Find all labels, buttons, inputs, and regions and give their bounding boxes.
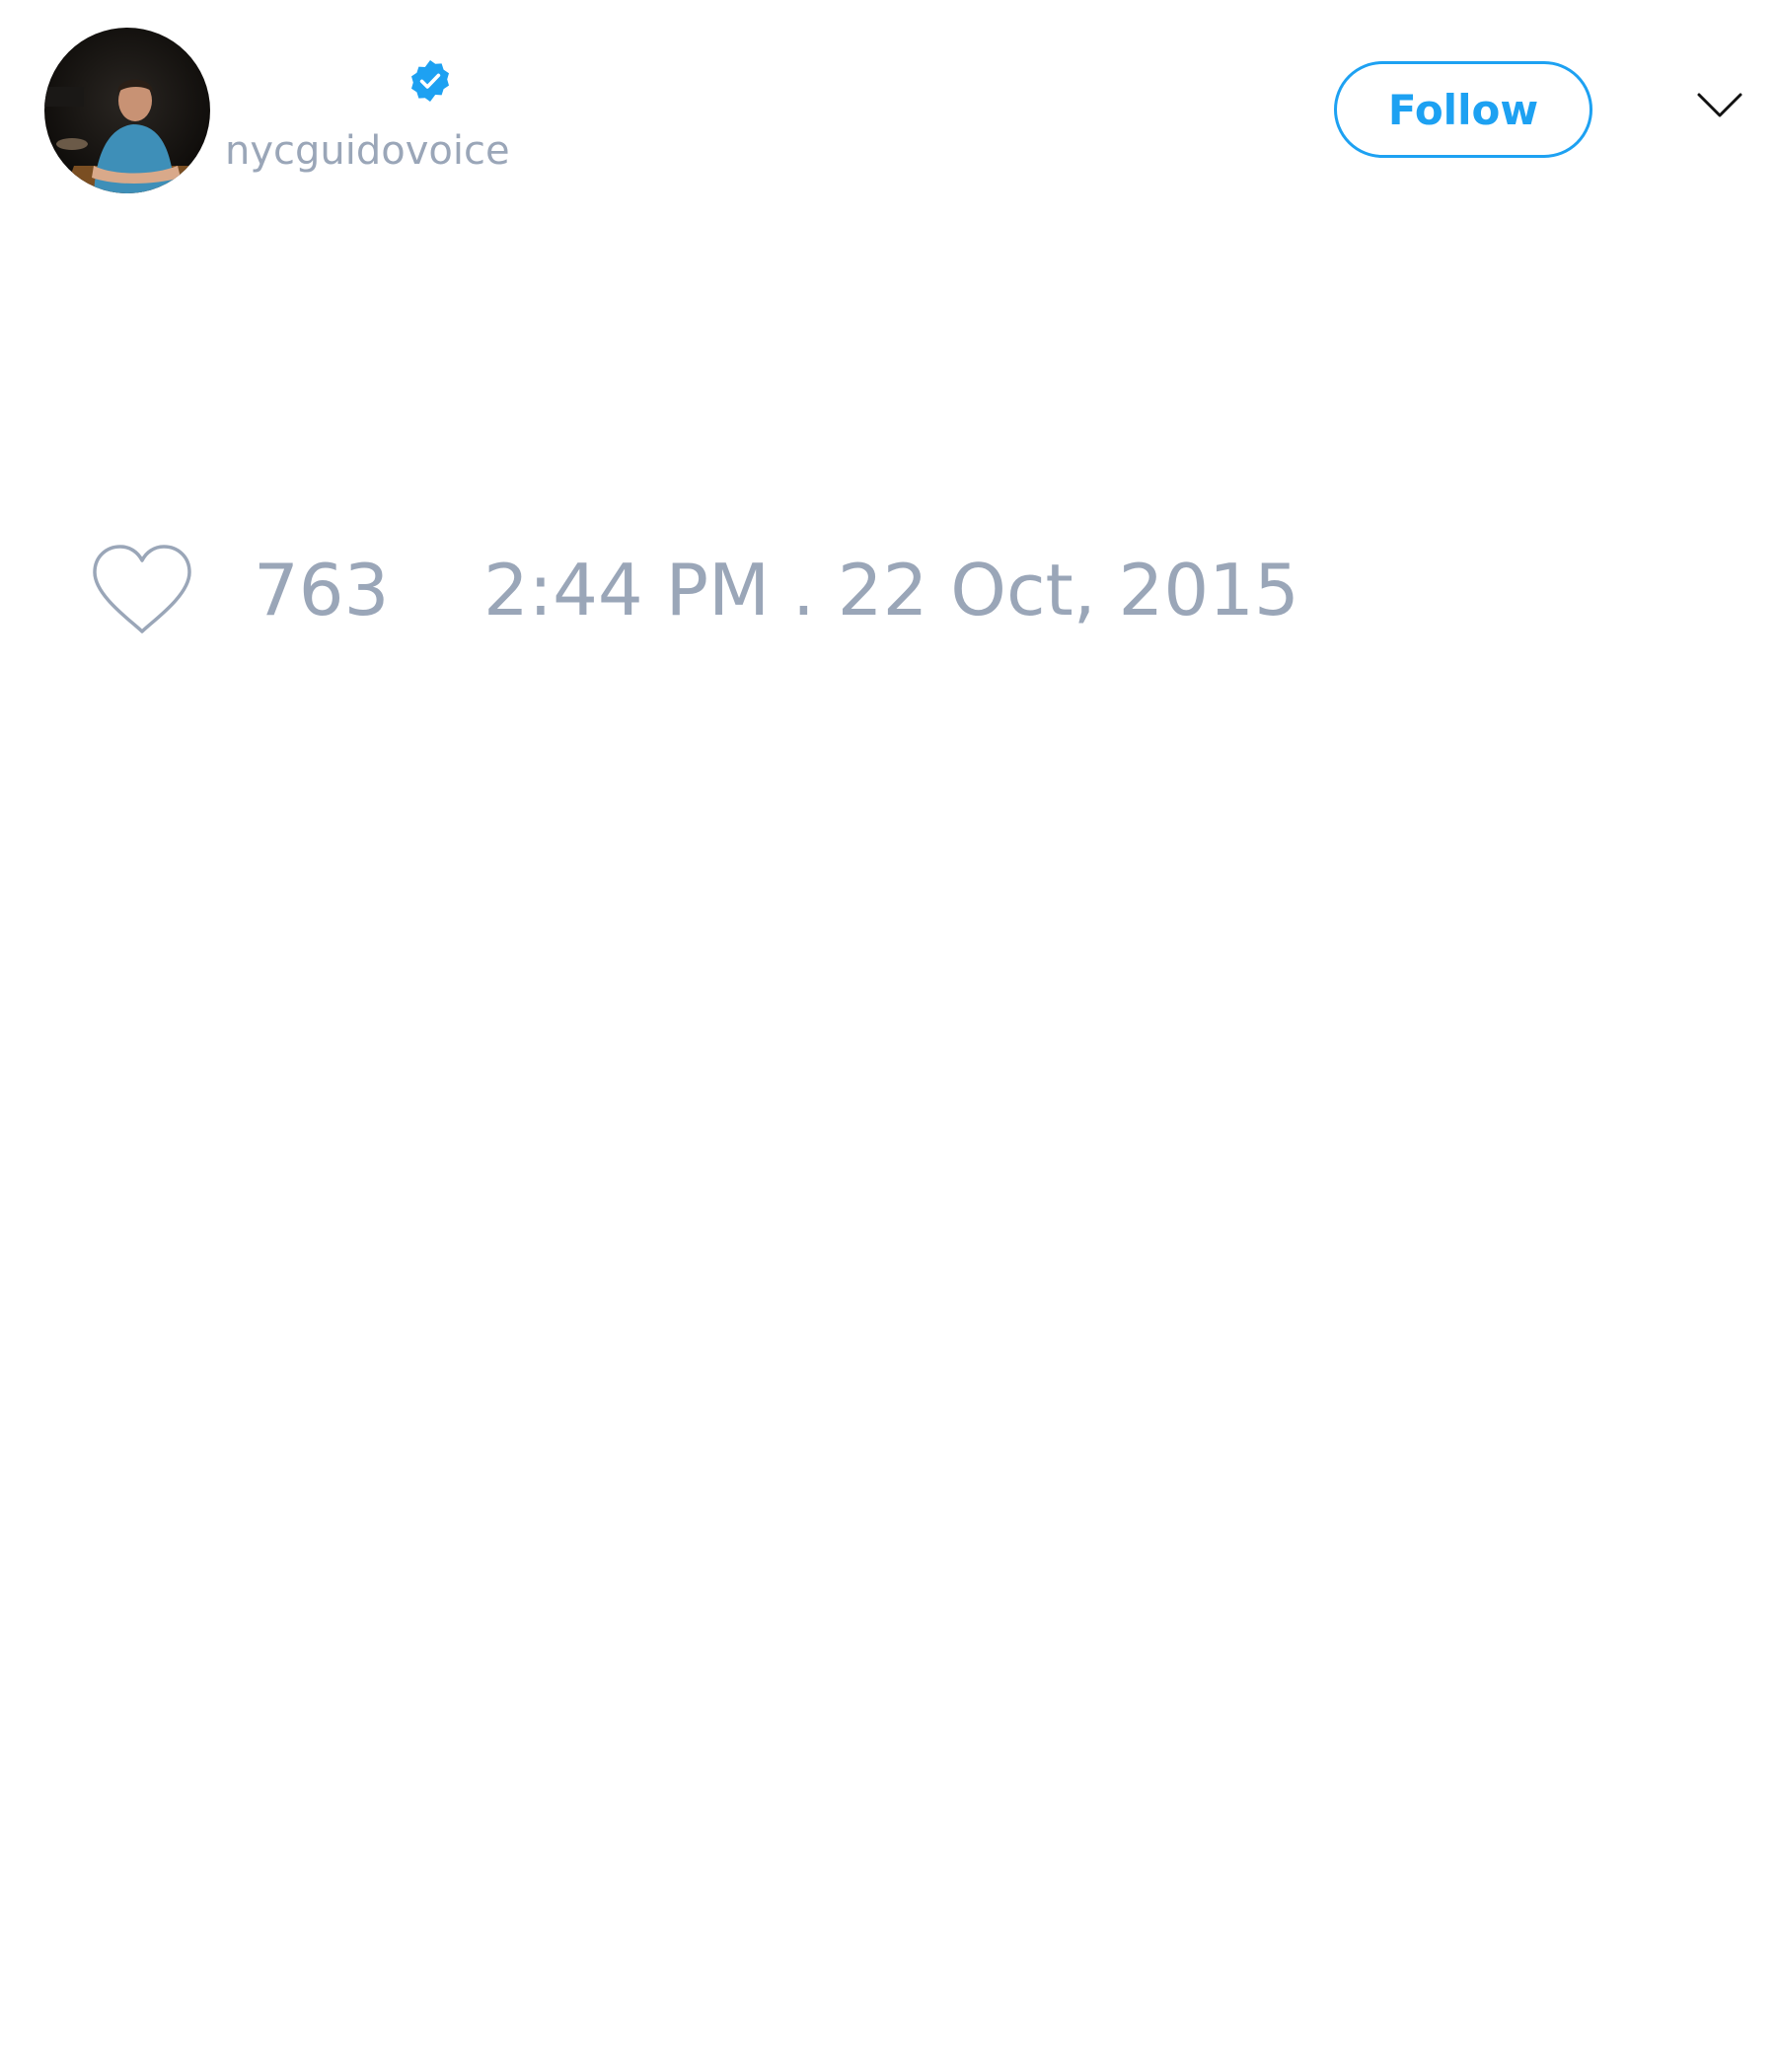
follow-button[interactable]: Follow — [1334, 61, 1592, 158]
verified-badge-icon — [407, 57, 454, 105]
author-handle[interactable]: nycguidovoice — [225, 126, 510, 176]
avatar[interactable] — [44, 28, 210, 193]
heart-icon[interactable] — [89, 543, 195, 637]
like-count: 763 — [254, 549, 390, 631]
tweet-timestamp[interactable]: 2:44 PM . 22 Oct, 2015 — [483, 551, 1299, 629]
avatar-photo — [44, 28, 210, 193]
chevron-down-icon[interactable] — [1695, 89, 1744, 122]
